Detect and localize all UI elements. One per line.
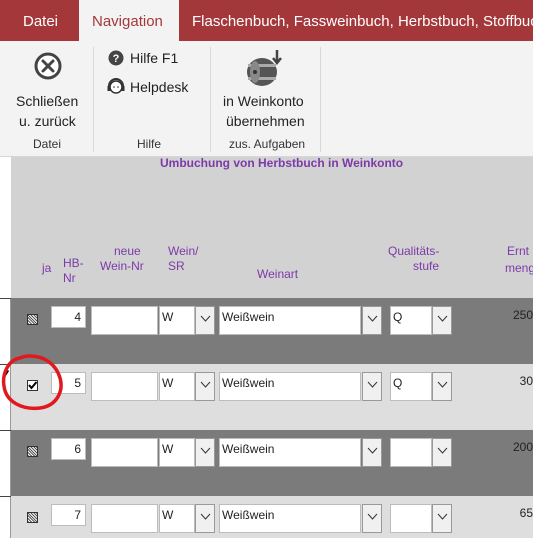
header-neue-2: Wein-Nr (100, 259, 144, 273)
help-question-icon: ? (108, 50, 124, 66)
erntemenge-value: 200 (512, 440, 533, 454)
neue-wein-nr-field[interactable] (91, 504, 158, 533)
close-icon (34, 52, 62, 80)
chevron-down-icon (437, 381, 447, 388)
record-selector-strip (0, 298, 11, 538)
chevron-down-icon (437, 315, 447, 322)
wein-sr-field[interactable]: W (159, 372, 195, 401)
header-hb-2: Nr (63, 271, 76, 285)
qualitaetsstufe-dropdown[interactable] (432, 438, 452, 467)
header-qualitaet-1: Qualitäts- (388, 244, 440, 258)
wein-sr-dropdown[interactable] (195, 438, 215, 467)
header-ernte-2: meng (505, 261, 533, 275)
neue-wein-nr-field[interactable] (91, 306, 158, 335)
wein-sr-dropdown[interactable] (195, 306, 215, 335)
header-ernte-1: Ernt (507, 244, 530, 258)
table-row: 6 W Weißwein 200 (11, 430, 533, 496)
erntemenge-value: 65 (519, 506, 533, 520)
erntemenge-value: 250 (512, 308, 533, 322)
weinart-dropdown[interactable] (362, 372, 382, 401)
qualitaetsstufe-field[interactable]: Q (390, 306, 432, 335)
selector-divider (0, 496, 11, 497)
hb-nr-field[interactable]: 4 (51, 306, 86, 328)
header-hb-1: HB- (63, 256, 84, 270)
hb-nr-field[interactable]: 6 (51, 438, 86, 460)
selector-divider (0, 430, 11, 431)
group-separator (210, 47, 211, 152)
transfer-label-1: in Weinkonto (223, 93, 304, 109)
help-f1-label: Hilfe F1 (130, 50, 179, 66)
weinart-dropdown[interactable] (362, 306, 382, 335)
close-label-1: Schließen (16, 93, 79, 109)
helpdesk-headset-icon (107, 78, 125, 94)
tab-navigation[interactable]: Navigation (79, 0, 179, 41)
form-title: Umbuchung von Herbstbuch in Weinkonto (160, 156, 404, 170)
qualitaetsstufe-field[interactable] (390, 438, 432, 467)
wein-sr-dropdown[interactable] (195, 372, 215, 401)
chevron-down-icon (200, 381, 210, 388)
wine-barrel-icon (247, 50, 282, 86)
chevron-down-icon (367, 447, 377, 454)
neue-wein-nr-field[interactable] (91, 372, 158, 401)
close-label-2: u. zurück (19, 113, 76, 129)
wein-sr-field[interactable]: W (159, 306, 195, 335)
header-qualitaet-2: stufe (413, 259, 440, 273)
header-ja: ja (42, 261, 52, 275)
weinart-field[interactable]: Weißwein (219, 306, 361, 335)
chevron-down-icon (437, 513, 447, 520)
qualitaetsstufe-field[interactable]: Q (390, 372, 432, 401)
group-separator (93, 47, 94, 152)
hb-nr-field[interactable]: 7 (51, 504, 86, 526)
tab-flaschenbuch[interactable]: Flaschenbuch, Fassweinbuch, Herbstbuch, … (192, 0, 533, 41)
header-wein-2: SR (168, 259, 185, 273)
chevron-down-icon (200, 315, 210, 322)
chevron-down-icon (200, 513, 210, 520)
weinart-field[interactable]: Weißwein (219, 372, 361, 401)
ja-checkbox[interactable] (27, 512, 38, 523)
qualitaetsstufe-field[interactable] (390, 504, 432, 533)
wein-sr-field[interactable]: W (159, 438, 195, 467)
chevron-down-icon (437, 447, 447, 454)
selector-divider (0, 298, 11, 299)
helpdesk-label: Helpdesk (130, 79, 189, 95)
chevron-down-icon (367, 381, 377, 388)
table-row: 5 W Weißwein Q 30 (11, 364, 533, 430)
weinart-dropdown[interactable] (362, 438, 382, 467)
table-row: 7 W Weißwein 65 (11, 496, 533, 538)
qualitaetsstufe-dropdown[interactable] (432, 504, 452, 533)
group-aufgaben-caption: zus. Aufgaben (229, 137, 306, 151)
neue-wein-nr-field[interactable] (91, 438, 158, 467)
tab-datei[interactable]: Datei (23, 0, 58, 41)
ja-checkbox[interactable] (27, 446, 38, 457)
group-datei-caption: Datei (33, 137, 62, 151)
qualitaetsstufe-dropdown[interactable] (432, 372, 452, 401)
wein-sr-field[interactable]: W (159, 504, 195, 533)
group-separator (320, 47, 321, 152)
annotation-circle (1, 354, 63, 411)
wein-sr-dropdown[interactable] (195, 504, 215, 533)
header-wein-1: Wein/ (168, 244, 199, 258)
weinart-dropdown[interactable] (362, 504, 382, 533)
weinart-field[interactable]: Weißwein (219, 438, 361, 467)
help-f1-button[interactable]: ? Hilfe F1 (106, 48, 196, 68)
ja-checkbox[interactable] (27, 314, 38, 325)
table-row: 4 W Weißwein Q 250 (11, 298, 533, 364)
chevron-down-icon (200, 447, 210, 454)
svg-text:?: ? (113, 53, 120, 65)
header-weinart: Weinart (257, 267, 299, 281)
weinart-field[interactable]: Weißwein (219, 504, 361, 533)
header-neue-1: neue (114, 244, 141, 258)
erntemenge-value: 30 (519, 374, 533, 388)
helpdesk-button[interactable]: Helpdesk (106, 77, 206, 99)
chevron-down-icon (367, 315, 377, 322)
ribbon-tab-bar: Datei Navigation Flaschenbuch, Fassweinb… (0, 0, 533, 41)
transfer-label-2: übernehmen (226, 113, 305, 129)
chevron-down-icon (367, 513, 377, 520)
group-hilfe-caption: Hilfe (137, 137, 162, 151)
qualitaetsstufe-dropdown[interactable] (432, 306, 452, 335)
